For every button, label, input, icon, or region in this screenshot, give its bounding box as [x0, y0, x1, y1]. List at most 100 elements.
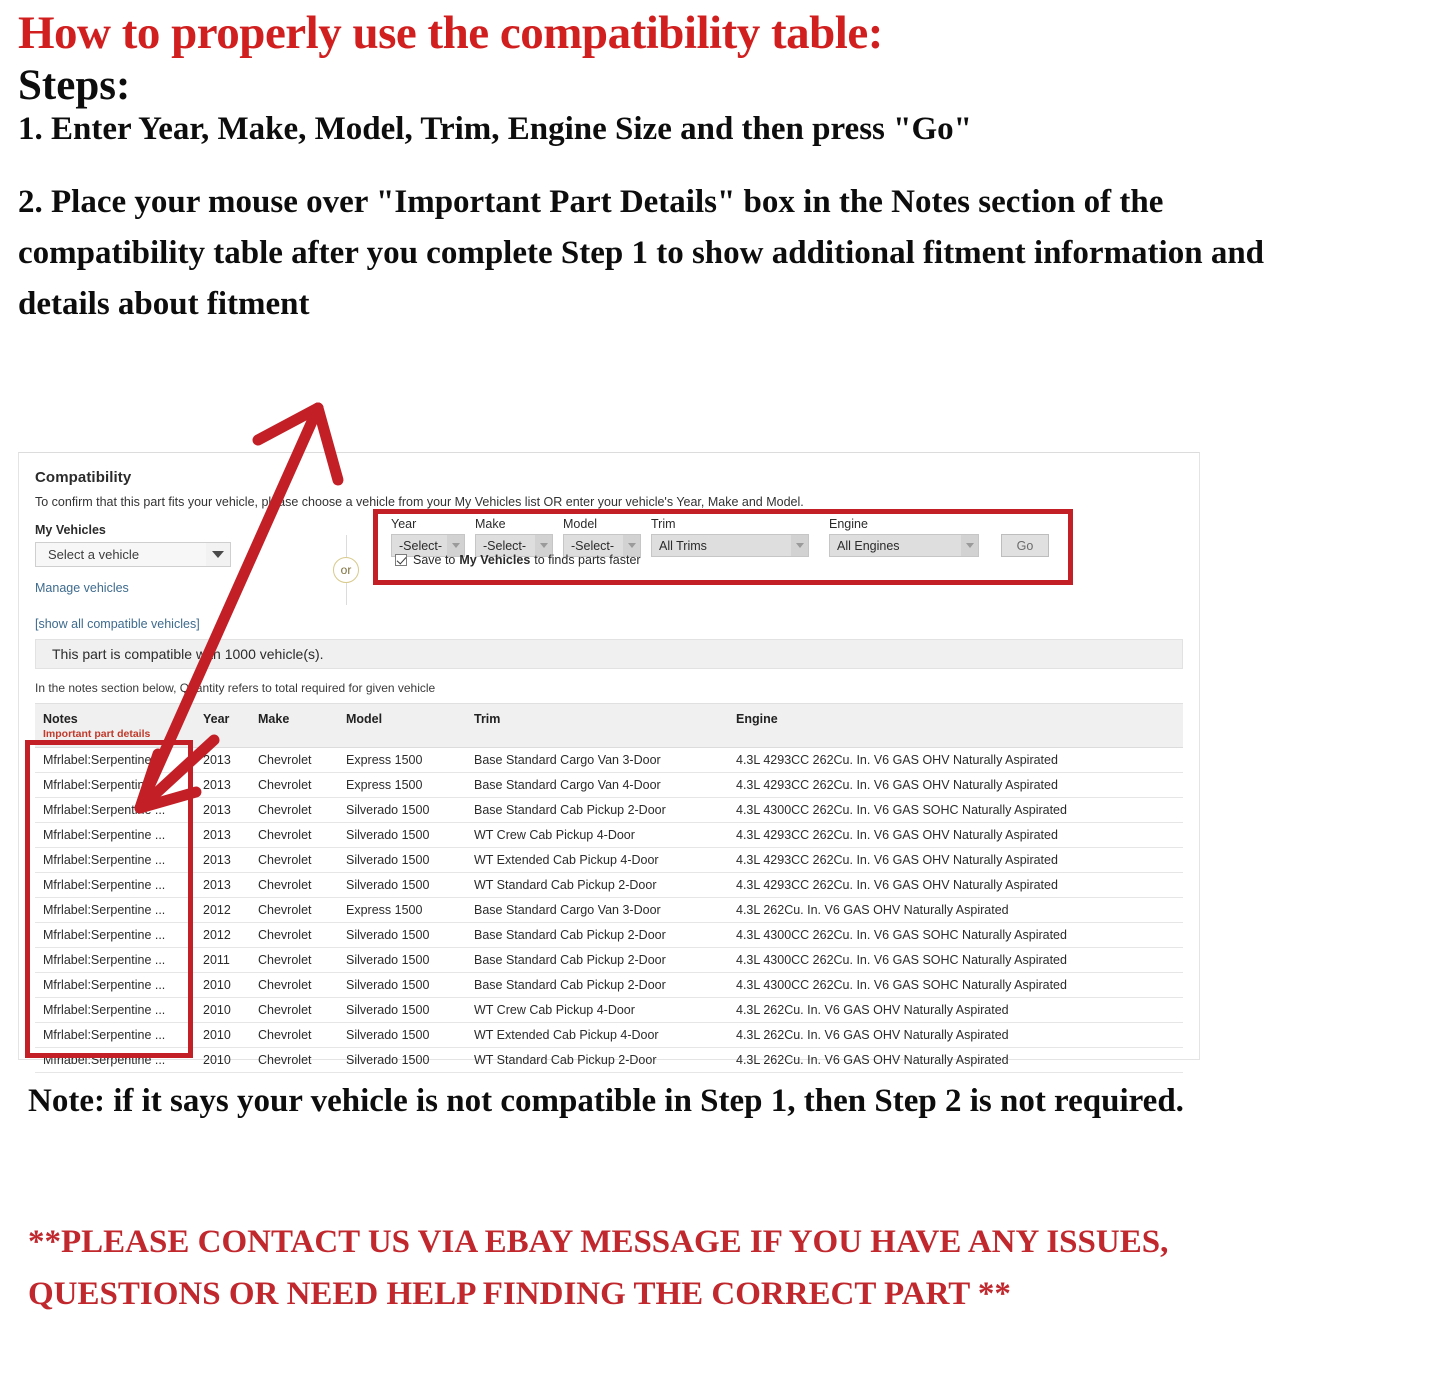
- go-button[interactable]: Go: [1001, 534, 1049, 557]
- table-row: Mfrlabel:Serpentine ... 2013 Chevrolet Silv…: [35, 847, 1183, 873]
- step-2-text: 2. Place your mouse over "Important Part…: [18, 184, 1265, 323]
- cell-notes[interactable]: Mfrlabel:Serpentine ...: [35, 897, 195, 923]
- manage-vehicles-link[interactable]: Manage vehicles: [35, 581, 305, 595]
- cell-trim: Base Standard Cab Pickup 2-Door: [466, 947, 728, 973]
- engine-field-group: Engine All Engines: [829, 517, 979, 557]
- cell-year: 2010: [195, 997, 250, 1023]
- cell-trim: WT Extended Cab Pickup 4-Door: [466, 1022, 728, 1048]
- cell-trim: WT Crew Cab Pickup 4-Door: [466, 822, 728, 848]
- or-divider-line-top: [345, 535, 347, 557]
- cell-notes[interactable]: Mfrlabel:Serpentine ...: [35, 822, 195, 848]
- cell-model: Express 1500: [338, 772, 466, 798]
- save-checkbox[interactable]: [395, 554, 407, 566]
- cell-make: Chevrolet: [250, 1047, 338, 1073]
- cell-year: 2013: [195, 847, 250, 873]
- cell-trim: Base Standard Cargo Van 3-Door: [466, 747, 728, 773]
- or-divider-line-bottom: [345, 583, 347, 605]
- quantity-note: In the notes section below, Quantity ref…: [35, 681, 436, 695]
- cell-make: Chevrolet: [250, 922, 338, 948]
- engine-select[interactable]: All Engines: [829, 534, 979, 557]
- cell-trim: WT Standard Cab Pickup 2-Door: [466, 1047, 728, 1073]
- cell-notes[interactable]: Mfrlabel:Serpentine ...: [35, 872, 195, 898]
- year-label: Year: [391, 517, 417, 531]
- chevron-down-icon: [961, 535, 978, 556]
- trim-select[interactable]: All Trims: [651, 534, 809, 557]
- compatibility-table: Notes Important part details Year Make M…: [35, 703, 1183, 1073]
- compatible-count-bar: This part is compatible with 1000 vehicl…: [35, 639, 1183, 669]
- cell-engine: 4.3L 262Cu. In. V6 GAS OHV Naturally Asp…: [728, 1022, 1183, 1048]
- header-notes-sublabel: Important part details: [43, 728, 151, 740]
- my-vehicles-select-value: Select a vehicle: [48, 547, 140, 562]
- cell-year: 2011: [195, 947, 250, 973]
- cell-engine: 4.3L 4293CC 262Cu. In. V6 GAS OHV Natura…: [728, 747, 1183, 773]
- table-row: Mfrlabel:Serpentine ... 2013 Chevrolet Silv…: [35, 872, 1183, 898]
- cell-notes[interactable]: Mfrlabel:Serpentine ...: [35, 747, 195, 773]
- cell-notes[interactable]: Mfrlabel:Serpentine ...: [35, 947, 195, 973]
- chevron-down-icon: [206, 543, 230, 566]
- cell-trim: Base Standard Cab Pickup 2-Door: [466, 972, 728, 998]
- cell-engine: 4.3L 262Cu. In. V6 GAS OHV Naturally Asp…: [728, 997, 1183, 1023]
- steps-label: Steps:: [18, 61, 131, 109]
- save-text-bold: My Vehicles: [459, 553, 531, 567]
- year-field-group: Year -Select-: [391, 517, 465, 557]
- cell-notes[interactable]: Mfrlabel:Serpentine ...: [35, 847, 195, 873]
- header-trim: Trim: [466, 703, 728, 748]
- header-model: Model: [338, 703, 466, 748]
- cell-year: 2012: [195, 922, 250, 948]
- my-vehicles-select[interactable]: Select a vehicle: [35, 542, 231, 567]
- page-title: How to properly use the compatibility ta…: [18, 7, 883, 59]
- cell-engine: 4.3L 4300CC 262Cu. In. V6 GAS SOHC Natur…: [728, 797, 1183, 823]
- cell-make: Chevrolet: [250, 1022, 338, 1048]
- show-all-compatible-vehicles-link[interactable]: [show all compatible vehicles]: [35, 617, 305, 631]
- cell-engine: 4.3L 262Cu. In. V6 GAS OHV Naturally Asp…: [728, 897, 1183, 923]
- bottom-note: Note: if it says your vehicle is not com…: [28, 1083, 1184, 1119]
- cell-make: Chevrolet: [250, 872, 338, 898]
- cell-make: Chevrolet: [250, 747, 338, 773]
- cell-model: Silverado 1500: [338, 922, 466, 948]
- table-row: Mfrlabel:Serpentine ... 2010 Chevrolet Silv…: [35, 997, 1183, 1023]
- cell-year: 2013: [195, 747, 250, 773]
- cell-notes[interactable]: Mfrlabel:Serpentine ...: [35, 922, 195, 948]
- trim-select-value: All Trims: [659, 538, 707, 553]
- cell-engine: 4.3L 4293CC 262Cu. In. V6 GAS OHV Natura…: [728, 772, 1183, 798]
- step-1-text: 1. Enter Year, Make, Model, Trim, Engine…: [18, 111, 972, 148]
- cell-make: Chevrolet: [250, 947, 338, 973]
- table-row: Mfrlabel:Serpentine ... 2011 Chevrolet Silv…: [35, 947, 1183, 973]
- table-row: Mfrlabel:Serpentine ... 2012 Chevrolet Silv…: [35, 922, 1183, 948]
- cell-notes[interactable]: Mfrlabel:Serpentine ...: [35, 797, 195, 823]
- headline-block: How to properly use the compatibility ta…: [18, 8, 1418, 331]
- save-text-after: to finds parts faster: [534, 553, 641, 567]
- cell-notes[interactable]: Mfrlabel:Serpentine ...: [35, 972, 195, 998]
- instruction-graphic: How to properly use the compatibility ta…: [0, 0, 1445, 1393]
- cell-model: Silverado 1500: [338, 1047, 466, 1073]
- save-text-before: Save to: [413, 553, 456, 567]
- header-year: Year: [195, 703, 250, 748]
- table-row: Mfrlabel:Serpentine ... 2010 Chevrolet Silv…: [35, 1047, 1183, 1073]
- table-row: Mfrlabel:Serpentine ... 2013 Chevrolet Silv…: [35, 822, 1183, 848]
- make-field-group: Make -Select-: [475, 517, 553, 557]
- cell-notes[interactable]: Mfrlabel:Serpentine ...: [35, 772, 195, 798]
- cell-trim: Base Standard Cargo Van 3-Door: [466, 897, 728, 923]
- table-body: Mfrlabel:Serpentine ... 2013 Chevrolet Expr…: [35, 747, 1183, 1073]
- cell-notes[interactable]: Mfrlabel:Serpentine ...: [35, 997, 195, 1023]
- cell-year: 2013: [195, 797, 250, 823]
- save-to-my-vehicles-row[interactable]: Save to My Vehicles to finds parts faste…: [395, 553, 641, 567]
- my-vehicles-group: My Vehicles Select a vehicle Manage vehi…: [35, 523, 305, 631]
- cell-engine: 4.3L 4300CC 262Cu. In. V6 GAS SOHC Natur…: [728, 972, 1183, 998]
- chevron-down-icon: [791, 535, 808, 556]
- cell-year: 2013: [195, 822, 250, 848]
- cell-model: Silverado 1500: [338, 847, 466, 873]
- table-row: Mfrlabel:Serpentine ... 2013 Chevrolet Silv…: [35, 797, 1183, 823]
- engine-label: Engine: [829, 517, 868, 531]
- cell-notes[interactable]: Mfrlabel:Serpentine ...: [35, 1022, 195, 1048]
- cell-engine: 4.3L 4300CC 262Cu. In. V6 GAS SOHC Natur…: [728, 947, 1183, 973]
- cell-notes[interactable]: Mfrlabel:Serpentine ...: [35, 1047, 195, 1073]
- panel-heading: Compatibility: [35, 469, 132, 486]
- model-field-group: Model -Select-: [563, 517, 641, 557]
- cell-engine: 4.3L 4293CC 262Cu. In. V6 GAS OHV Natura…: [728, 847, 1183, 873]
- year-select-value: -Select-: [399, 538, 443, 553]
- cell-make: Chevrolet: [250, 897, 338, 923]
- model-label: Model: [563, 517, 598, 531]
- make-select-value: -Select-: [483, 538, 527, 553]
- my-vehicles-label: My Vehicles: [35, 523, 106, 537]
